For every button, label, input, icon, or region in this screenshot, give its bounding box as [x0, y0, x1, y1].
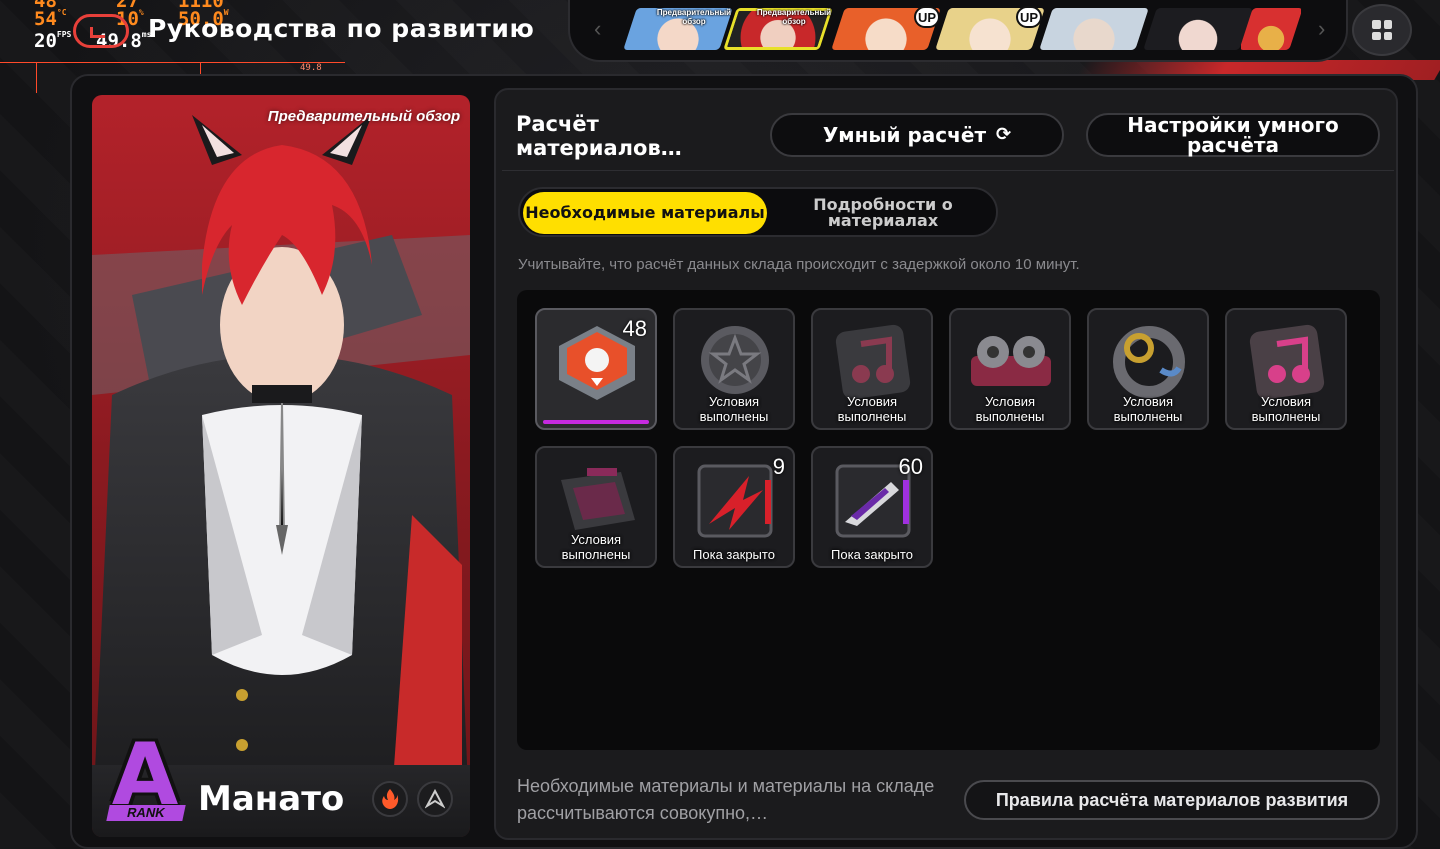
material-item[interactable]: Условия выполнены [949, 308, 1071, 430]
drive-icon [561, 468, 635, 530]
fire-icon [372, 781, 408, 817]
refresh-icon: ⟳ [996, 124, 1012, 145]
material-item[interactable]: Условия выполнены [1225, 308, 1347, 430]
rank-badge: A RANK [106, 725, 186, 825]
character-portrait [1143, 8, 1253, 50]
material-item[interactable]: 60 Пока закрыто [811, 446, 933, 568]
up-badge: UP [914, 6, 940, 28]
crystal-icon [697, 464, 773, 538]
preview-tag: Предварительный обзор [656, 8, 732, 26]
smart-settings-label: Настройки умного расчёта [1127, 113, 1339, 157]
material-item[interactable]: 48 [535, 308, 657, 430]
grid-menu-icon [1372, 20, 1392, 40]
material-status: Условия выполнены [1251, 394, 1321, 424]
scroll-right-arrow-icon[interactable]: › [1318, 16, 1325, 42]
materials-grid: 48 Условия выполнены Условия выполнены У… [517, 290, 1380, 750]
fps-counter: 20FPS [34, 30, 71, 52]
menu-button[interactable] [1352, 4, 1412, 56]
gpu-temp: 54°C [34, 8, 67, 30]
smart-calc-label: Умный расчёт [822, 123, 987, 147]
preview-label: Предварительный обзор [267, 108, 461, 125]
character-thumb[interactable] [1039, 8, 1149, 50]
tab-required-materials[interactable]: Необходимые материалы [523, 192, 767, 234]
tab-material-details[interactable]: Подробности о материалах [770, 192, 996, 234]
attack-icon [417, 781, 453, 817]
scroll-left-arrow-icon[interactable]: ‹ [594, 16, 601, 42]
overlay-unit: FPS [56, 30, 72, 39]
calculation-rules-button[interactable]: Правила расчёта материалов развития [964, 780, 1380, 820]
character-selector: ‹ › Предварительный обзор Предварительны… [568, 0, 1348, 62]
material-item[interactable]: Условия выполнены [535, 446, 657, 568]
material-item[interactable]: 9 Пока закрыто [673, 446, 795, 568]
preview-tag: Предварительный обзор [756, 8, 832, 26]
material-status: Пока закрыто [693, 547, 775, 562]
material-count: 48 [622, 316, 647, 341]
disc-icon [701, 326, 769, 394]
overlay-value: 54 [34, 8, 57, 30]
character-portrait [1241, 8, 1301, 50]
ring-icon [1113, 326, 1185, 398]
character-card: Предварительный обзор A RANK Манато [92, 95, 470, 837]
material-item[interactable]: Условия выполнены [673, 308, 795, 430]
graph-line [36, 63, 37, 93]
material-count: 9 [772, 454, 785, 479]
smart-calc-button[interactable]: Умный расчёт ⟳ [770, 113, 1064, 157]
material-status: Пока закрыто [831, 547, 913, 562]
material-item[interactable]: Условия выполнены [811, 308, 933, 430]
rank-letter: A [111, 725, 179, 825]
character-thumb[interactable] [1143, 8, 1253, 50]
overlay-unit: °C [56, 8, 67, 17]
overlay-unit: % [138, 8, 144, 17]
material-status: Условия выполнены [975, 394, 1045, 424]
character-name: Манато [198, 779, 345, 819]
material-count: 60 [898, 454, 923, 479]
smart-settings-button[interactable]: Настройки умного расчёта [1086, 113, 1380, 157]
footer-note: Необходимые материалы и материалы на скл… [517, 776, 935, 823]
reel-icon [971, 336, 1051, 386]
material-status: Условия выполнены [1113, 394, 1183, 424]
page-title: Руководства по развитию [148, 14, 535, 43]
material-status: Условия выполнены [699, 394, 769, 424]
panel-title: Расчёт материалов… [516, 112, 682, 160]
note-icon [835, 324, 911, 400]
progress-bar [543, 420, 649, 424]
music-note-icon [1249, 324, 1325, 400]
back-button[interactable] [73, 14, 129, 48]
material-status: Условия выполнены [837, 394, 907, 424]
delay-note: Учитывайте, что расчёт данных склада про… [518, 256, 1080, 273]
material-status: Условия выполнены [561, 532, 631, 562]
overlay-value: 20 [34, 30, 57, 52]
divider [502, 170, 1394, 171]
character-footer: A RANK Манато [92, 732, 470, 837]
character-portrait [1039, 8, 1149, 50]
material-tabs: Необходимые материалы Подробности о мате… [518, 187, 998, 237]
material-item[interactable]: Условия выполнены [1087, 308, 1209, 430]
up-badge: UP [1016, 6, 1042, 28]
rank-word: RANK [106, 805, 186, 821]
